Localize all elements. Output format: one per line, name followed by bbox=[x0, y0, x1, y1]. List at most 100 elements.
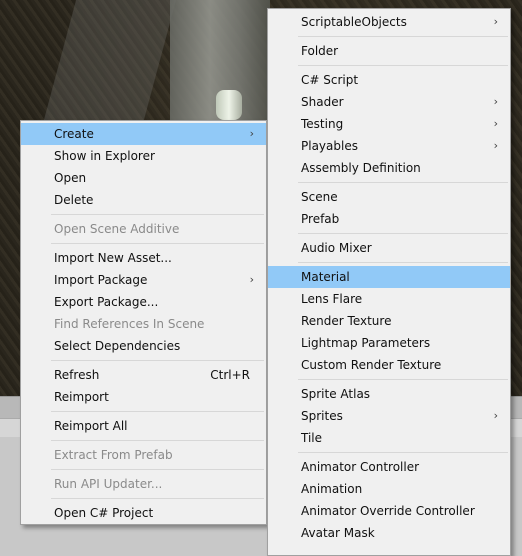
menu-item-lightmap-parameters[interactable]: Lightmap Parameters bbox=[268, 332, 510, 354]
menu-item-scene[interactable]: Scene bbox=[268, 186, 510, 208]
chevron-right-icon: › bbox=[493, 409, 498, 422]
menu-separator bbox=[298, 262, 508, 263]
menu-item-label: Sprite Atlas bbox=[301, 387, 371, 401]
menu-item-shortcut: Ctrl+R bbox=[210, 368, 250, 382]
menu-separator bbox=[51, 360, 264, 361]
menu-item-label: Testing bbox=[301, 117, 344, 131]
menu-item-label: Animator Controller bbox=[301, 460, 420, 474]
menu-item-show-in-explorer[interactable]: Show in Explorer bbox=[21, 145, 266, 167]
menu-separator bbox=[51, 498, 264, 499]
menu-separator bbox=[298, 182, 508, 183]
menu-item-label: Custom Render Texture bbox=[301, 358, 442, 372]
menu-item-label: Assembly Definition bbox=[301, 161, 421, 175]
menu-separator bbox=[298, 233, 508, 234]
menu-item-reimport[interactable]: Reimport bbox=[21, 386, 266, 408]
menu-item-label: Open C# Project bbox=[54, 506, 154, 520]
menu-item-custom-render-texture[interactable]: Custom Render Texture bbox=[268, 354, 510, 376]
menu-separator bbox=[298, 452, 508, 453]
menu-item-create[interactable]: Create › bbox=[21, 123, 266, 145]
menu-item-label: Import Package bbox=[54, 273, 148, 287]
menu-item-label: Select Dependencies bbox=[54, 339, 181, 353]
menu-item-label: Reimport bbox=[54, 390, 109, 404]
menu-item-label: Avatar Mask bbox=[301, 526, 375, 540]
menu-item-tile[interactable]: Tile bbox=[268, 427, 510, 449]
menu-item-shader[interactable]: Shader › bbox=[268, 91, 510, 113]
chevron-right-icon: › bbox=[249, 273, 254, 286]
create-submenu: ScriptableObjects › Folder C# Script Shader ›… bbox=[267, 8, 511, 556]
menu-item-label: Audio Mixer bbox=[301, 241, 372, 255]
menu-item-animation[interactable]: Animation bbox=[268, 478, 510, 500]
menu-item-delete[interactable]: Delete bbox=[21, 189, 266, 211]
menu-item-scriptableobjects[interactable]: ScriptableObjects › bbox=[268, 11, 510, 33]
menu-item-label: Open Scene Additive bbox=[54, 222, 180, 236]
menu-item-avatar-mask[interactable]: Avatar Mask bbox=[268, 522, 510, 544]
menu-item-testing[interactable]: Testing › bbox=[268, 113, 510, 135]
menu-item-label: Playables bbox=[301, 139, 358, 153]
menu-separator bbox=[51, 469, 264, 470]
menu-item-label: Animator Override Controller bbox=[301, 504, 475, 518]
context-menu: Create › Show in Explorer Open Delete Open Sc… bbox=[20, 120, 267, 525]
menu-item-import-new-asset[interactable]: Import New Asset... bbox=[21, 247, 266, 269]
menu-item-select-dependencies[interactable]: Select Dependencies bbox=[21, 335, 266, 357]
menu-item-run-api-updater: Run API Updater... bbox=[21, 473, 266, 495]
menu-item-label: Scene bbox=[301, 190, 338, 204]
chevron-right-icon: › bbox=[493, 95, 498, 108]
menu-separator bbox=[51, 411, 264, 412]
menu-item-material[interactable]: Material bbox=[268, 266, 510, 288]
menu-item-prefab[interactable]: Prefab bbox=[268, 208, 510, 230]
menu-separator bbox=[298, 65, 508, 66]
menu-item-reimport-all[interactable]: Reimport All bbox=[21, 415, 266, 437]
menu-item-label: Reimport All bbox=[54, 419, 128, 433]
menu-item-label: C# Script bbox=[301, 73, 359, 87]
menu-item-label: Lightmap Parameters bbox=[301, 336, 431, 350]
scene-cylinder-object bbox=[216, 90, 242, 120]
menu-item-csharp-script[interactable]: C# Script bbox=[268, 69, 510, 91]
menu-item-label: Render Texture bbox=[301, 314, 392, 328]
menu-item-render-texture[interactable]: Render Texture bbox=[268, 310, 510, 332]
menu-item-label: Find References In Scene bbox=[54, 317, 205, 331]
menu-item-assembly-definition[interactable]: Assembly Definition bbox=[268, 157, 510, 179]
menu-item-label: Lens Flare bbox=[301, 292, 363, 306]
menu-item-label: Prefab bbox=[301, 212, 340, 226]
menu-item-label: Export Package... bbox=[54, 295, 159, 309]
menu-separator bbox=[51, 440, 264, 441]
menu-item-open-csharp-project[interactable]: Open C# Project bbox=[21, 502, 266, 524]
menu-item-label: Create bbox=[54, 127, 94, 141]
menu-separator bbox=[298, 36, 508, 37]
menu-item-label: Material bbox=[301, 270, 350, 284]
menu-item-sprite-atlas[interactable]: Sprite Atlas bbox=[268, 383, 510, 405]
menu-item-folder[interactable]: Folder bbox=[268, 40, 510, 62]
menu-item-label: Tile bbox=[301, 431, 323, 445]
menu-item-label: Animation bbox=[301, 482, 363, 496]
menu-item-sprites[interactable]: Sprites › bbox=[268, 405, 510, 427]
menu-item-playables[interactable]: Playables › bbox=[268, 135, 510, 157]
menu-item-label: Shader bbox=[301, 95, 344, 109]
chevron-right-icon: › bbox=[493, 117, 498, 130]
menu-item-export-package[interactable]: Export Package... bbox=[21, 291, 266, 313]
menu-item-label: Run API Updater... bbox=[54, 477, 163, 491]
menu-item-label: Open bbox=[54, 171, 87, 185]
chevron-right-icon: › bbox=[493, 15, 498, 28]
menu-item-extract-from-prefab: Extract From Prefab bbox=[21, 444, 266, 466]
menu-item-label: Delete bbox=[54, 193, 94, 207]
menu-item-animator-override-controller[interactable]: Animator Override Controller bbox=[268, 500, 510, 522]
chevron-right-icon: › bbox=[249, 127, 254, 140]
menu-item-refresh[interactable]: Refresh Ctrl+R bbox=[21, 364, 266, 386]
menu-item-label: Refresh bbox=[54, 368, 100, 382]
menu-item-open-scene-additive: Open Scene Additive bbox=[21, 218, 266, 240]
menu-item-open[interactable]: Open bbox=[21, 167, 266, 189]
menu-item-import-package[interactable]: Import Package › bbox=[21, 269, 266, 291]
menu-item-animator-controller[interactable]: Animator Controller bbox=[268, 456, 510, 478]
menu-separator bbox=[51, 214, 264, 215]
menu-item-label: Import New Asset... bbox=[54, 251, 172, 265]
menu-item-audio-mixer[interactable]: Audio Mixer bbox=[268, 237, 510, 259]
menu-item-label: ScriptableObjects bbox=[301, 15, 407, 29]
menu-item-label: Sprites bbox=[301, 409, 343, 423]
menu-separator bbox=[51, 243, 264, 244]
menu-item-lens-flare[interactable]: Lens Flare bbox=[268, 288, 510, 310]
menu-separator bbox=[298, 379, 508, 380]
menu-item-label: Extract From Prefab bbox=[54, 448, 173, 462]
chevron-right-icon: › bbox=[493, 139, 498, 152]
menu-item-find-references-in-scene: Find References In Scene bbox=[21, 313, 266, 335]
menu-item-label: Show in Explorer bbox=[54, 149, 155, 163]
